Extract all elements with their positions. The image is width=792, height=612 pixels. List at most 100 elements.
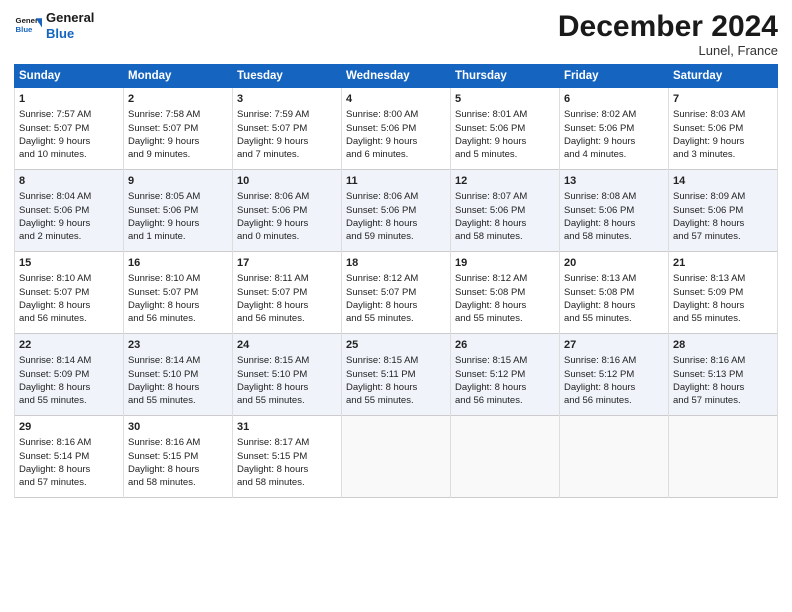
header-right: December 2024 Lunel, France	[558, 10, 778, 58]
day-info: Daylight: 9 hours	[564, 135, 664, 148]
day-number: 16	[128, 256, 228, 271]
day-info: Sunset: 5:10 PM	[237, 368, 337, 381]
day-number: 10	[237, 174, 337, 189]
day-info: Sunrise: 8:05 AM	[128, 190, 228, 203]
table-cell: 28Sunrise: 8:16 AMSunset: 5:13 PMDayligh…	[669, 334, 778, 416]
day-info: and 55 minutes.	[346, 312, 446, 325]
day-number: 24	[237, 338, 337, 353]
day-info: Sunrise: 8:03 AM	[673, 108, 773, 121]
day-info: and 56 minutes.	[455, 394, 555, 407]
day-info: Sunset: 5:15 PM	[237, 450, 337, 463]
day-info: and 9 minutes.	[128, 148, 228, 161]
day-info: Daylight: 9 hours	[237, 135, 337, 148]
day-number: 26	[455, 338, 555, 353]
day-info: Sunset: 5:07 PM	[19, 286, 119, 299]
day-info: Daylight: 8 hours	[128, 463, 228, 476]
day-info: Sunrise: 8:13 AM	[673, 272, 773, 285]
day-info: Sunset: 5:07 PM	[237, 122, 337, 135]
day-info: Sunrise: 8:15 AM	[455, 354, 555, 367]
header-cell-tuesday: Tuesday	[233, 65, 342, 88]
day-number: 7	[673, 92, 773, 107]
day-info: Sunrise: 8:10 AM	[19, 272, 119, 285]
day-info: and 56 minutes.	[237, 312, 337, 325]
day-info: Sunset: 5:06 PM	[455, 204, 555, 217]
day-info: and 55 minutes.	[346, 394, 446, 407]
day-info: Sunset: 5:07 PM	[346, 286, 446, 299]
day-info: Sunrise: 8:15 AM	[237, 354, 337, 367]
day-number: 5	[455, 92, 555, 107]
day-info: Sunrise: 8:06 AM	[346, 190, 446, 203]
day-info: Sunset: 5:10 PM	[128, 368, 228, 381]
day-info: and 58 minutes.	[564, 230, 664, 243]
day-info: Sunrise: 8:07 AM	[455, 190, 555, 203]
table-row: 15Sunrise: 8:10 AMSunset: 5:07 PMDayligh…	[15, 252, 778, 334]
day-info: and 0 minutes.	[237, 230, 337, 243]
day-number: 17	[237, 256, 337, 271]
day-info: Daylight: 9 hours	[128, 217, 228, 230]
day-number: 19	[455, 256, 555, 271]
day-info: Sunset: 5:06 PM	[564, 204, 664, 217]
table-cell	[669, 416, 778, 498]
day-info: Sunrise: 8:09 AM	[673, 190, 773, 203]
day-info: Sunset: 5:09 PM	[673, 286, 773, 299]
day-number: 23	[128, 338, 228, 353]
day-number: 12	[455, 174, 555, 189]
day-info: and 55 minutes.	[237, 394, 337, 407]
table-cell: 19Sunrise: 8:12 AMSunset: 5:08 PMDayligh…	[451, 252, 560, 334]
header-row: SundayMondayTuesdayWednesdayThursdayFrid…	[15, 65, 778, 88]
table-cell: 31Sunrise: 8:17 AMSunset: 5:15 PMDayligh…	[233, 416, 342, 498]
table-cell: 15Sunrise: 8:10 AMSunset: 5:07 PMDayligh…	[15, 252, 124, 334]
day-info: Daylight: 8 hours	[455, 299, 555, 312]
day-info: Daylight: 8 hours	[346, 381, 446, 394]
day-info: Sunset: 5:14 PM	[19, 450, 119, 463]
day-info: and 10 minutes.	[19, 148, 119, 161]
table-cell: 5Sunrise: 8:01 AMSunset: 5:06 PMDaylight…	[451, 88, 560, 170]
table-cell: 17Sunrise: 8:11 AMSunset: 5:07 PMDayligh…	[233, 252, 342, 334]
day-info: Daylight: 8 hours	[19, 463, 119, 476]
day-info: Sunrise: 8:16 AM	[673, 354, 773, 367]
day-info: Sunset: 5:15 PM	[128, 450, 228, 463]
day-info: Sunrise: 8:12 AM	[346, 272, 446, 285]
table-row: 1Sunrise: 7:57 AMSunset: 5:07 PMDaylight…	[15, 88, 778, 170]
day-info: Daylight: 8 hours	[237, 463, 337, 476]
table-header: SundayMondayTuesdayWednesdayThursdayFrid…	[15, 65, 778, 88]
day-info: Sunset: 5:12 PM	[455, 368, 555, 381]
day-number: 1	[19, 92, 119, 107]
day-info: Sunrise: 7:58 AM	[128, 108, 228, 121]
table-cell: 21Sunrise: 8:13 AMSunset: 5:09 PMDayligh…	[669, 252, 778, 334]
day-info: Sunset: 5:12 PM	[564, 368, 664, 381]
day-info: and 3 minutes.	[673, 148, 773, 161]
header-cell-wednesday: Wednesday	[342, 65, 451, 88]
day-info: Sunrise: 8:08 AM	[564, 190, 664, 203]
day-number: 22	[19, 338, 119, 353]
header-cell-thursday: Thursday	[451, 65, 560, 88]
header-cell-sunday: Sunday	[15, 65, 124, 88]
day-info: Sunrise: 7:59 AM	[237, 108, 337, 121]
day-number: 13	[564, 174, 664, 189]
day-info: and 57 minutes.	[673, 230, 773, 243]
day-info: and 58 minutes.	[455, 230, 555, 243]
logo: General Blue General Blue	[14, 10, 94, 41]
table-cell: 1Sunrise: 7:57 AMSunset: 5:07 PMDaylight…	[15, 88, 124, 170]
table-cell: 29Sunrise: 8:16 AMSunset: 5:14 PMDayligh…	[15, 416, 124, 498]
logo-blue: Blue	[46, 26, 94, 42]
day-info: Daylight: 8 hours	[128, 381, 228, 394]
day-info: Sunset: 5:13 PM	[673, 368, 773, 381]
day-info: Sunrise: 8:12 AM	[455, 272, 555, 285]
day-info: Daylight: 9 hours	[19, 135, 119, 148]
table-cell	[451, 416, 560, 498]
day-info: and 7 minutes.	[237, 148, 337, 161]
day-info: Sunset: 5:06 PM	[128, 204, 228, 217]
day-info: and 6 minutes.	[346, 148, 446, 161]
day-number: 3	[237, 92, 337, 107]
day-number: 27	[564, 338, 664, 353]
day-info: Daylight: 8 hours	[455, 217, 555, 230]
day-info: Sunset: 5:06 PM	[673, 204, 773, 217]
day-number: 15	[19, 256, 119, 271]
day-info: Sunrise: 8:02 AM	[564, 108, 664, 121]
day-info: and 55 minutes.	[455, 312, 555, 325]
day-info: Daylight: 9 hours	[673, 135, 773, 148]
day-info: Daylight: 8 hours	[673, 299, 773, 312]
day-info: Sunset: 5:06 PM	[237, 204, 337, 217]
day-info: Daylight: 9 hours	[455, 135, 555, 148]
